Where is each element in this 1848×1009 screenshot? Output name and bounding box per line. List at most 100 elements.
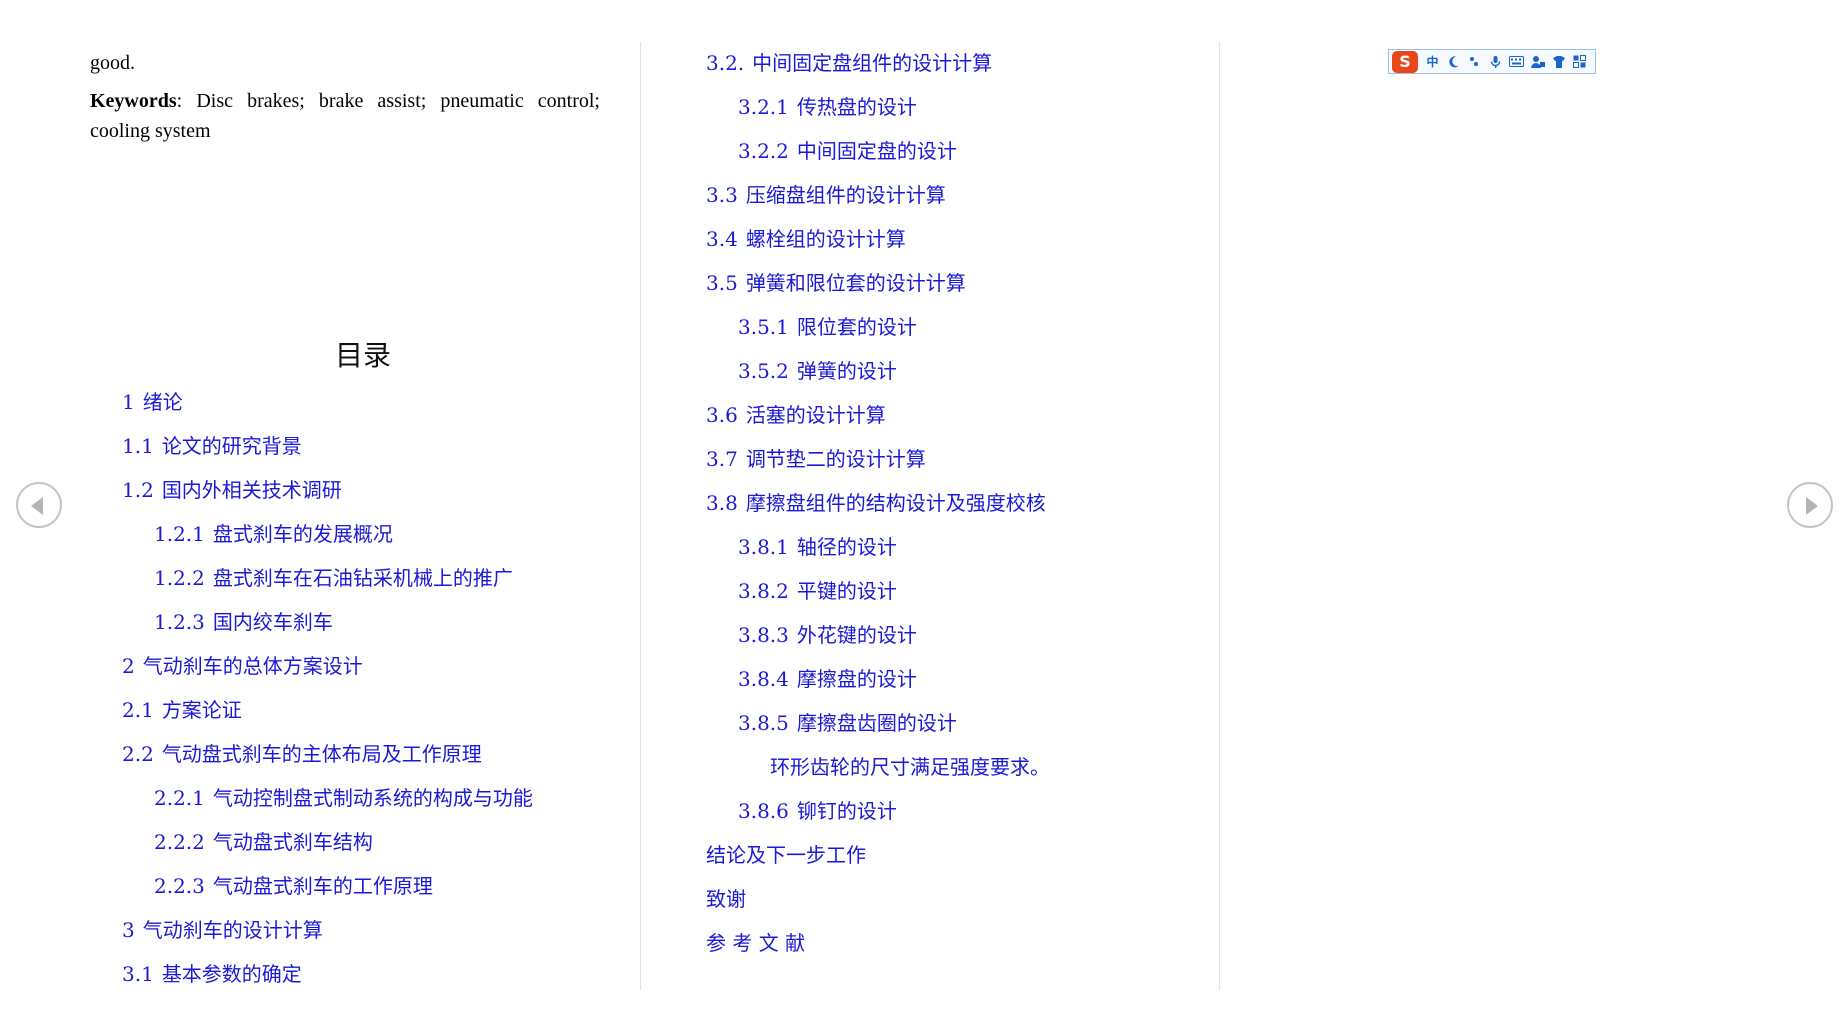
toc-entry[interactable]: 3.8.3 外花键的设计 — [738, 621, 917, 649]
toc-entry[interactable]: 1.2.3 国内绞车刹车 — [154, 608, 333, 636]
toc-entry-label: 活塞的设计计算 — [745, 403, 886, 427]
toc-entry[interactable]: 3.8 摩擦盘组件的结构设计及强度校核 — [706, 489, 1046, 517]
toc-entry[interactable]: 3.8.4 摩擦盘的设计 — [738, 665, 917, 693]
toc-entry[interactable]: 3.5.2 弹簧的设计 — [738, 357, 897, 385]
toc-entry[interactable]: 3.7 调节垫二的设计计算 — [706, 445, 926, 473]
toc-entry-label: 参 考 文 献 — [706, 931, 806, 955]
toc-entry[interactable]: 2.2.2 气动盘式刹车结构 — [154, 828, 373, 856]
toc-entry[interactable]: 3 气动刹车的设计计算 — [122, 916, 323, 944]
ime-mode-toggle[interactable]: 中 — [1424, 53, 1441, 70]
toc-entry[interactable]: 3.5 弹簧和限位套的设计计算 — [706, 269, 966, 297]
toc-entry-label: 基本参数的确定 — [161, 962, 302, 986]
toc-entry[interactable]: 2.1 方案论证 — [122, 696, 242, 724]
toc-entry[interactable]: 3.8.2 平键的设计 — [738, 577, 897, 605]
toc-entry[interactable]: 2.2.1 气动控制盘式制动系统的构成与功能 — [154, 784, 533, 812]
toc-entry-label: 摩擦盘的设计 — [796, 667, 917, 691]
toc-entry[interactable]: 1 绪论 — [122, 388, 183, 416]
toc-entry-number: 2.2.3 — [154, 874, 205, 898]
toc-entry[interactable]: 3.2.1 传热盘的设计 — [738, 93, 917, 121]
toc-entry[interactable]: 2.2.3 气动盘式刹车的工作原理 — [154, 872, 433, 900]
toc-entry[interactable]: 3.4 螺栓组的设计计算 — [706, 225, 906, 253]
toc-entry[interactable]: 1.2 国内外相关技术调研 — [122, 476, 342, 504]
toc-entry-number: 1.2.1 — [154, 522, 205, 546]
toc-entry[interactable]: 1.2.1 盘式刹车的发展概况 — [154, 520, 393, 548]
toc-entry[interactable]: 结论及下一步工作 — [706, 841, 866, 869]
toc-entry[interactable]: 致谢 — [706, 885, 746, 913]
toc-entry-number: 3.8.3 — [738, 623, 789, 647]
toc-entry-label: 弹簧的设计 — [796, 359, 897, 383]
ime-logo-icon[interactable]: S — [1392, 50, 1418, 73]
toc-entry-label: 弹簧和限位套的设计计算 — [745, 271, 966, 295]
moon-icon[interactable] — [1445, 53, 1462, 70]
toc-entry[interactable]: 3.8.5 摩擦盘齿圈的设计 — [738, 709, 957, 737]
toc-entry-label: 盘式刹车的发展概况 — [212, 522, 393, 546]
toc-entry-number: 2.2 — [122, 742, 154, 766]
chevron-left-icon — [31, 497, 43, 515]
toc-entry-number: 3.8.5 — [738, 711, 789, 735]
toc-entry-label: 压缩盘组件的设计计算 — [745, 183, 946, 207]
toc-entry[interactable]: 3.8.6 铆钉的设计 — [738, 797, 897, 825]
toc-entry[interactable]: 3.8.1 轴径的设计 — [738, 533, 897, 561]
toc-entry-label: 气动盘式刹车结构 — [212, 830, 373, 854]
toc-entry-number: 3.2. — [706, 51, 745, 75]
toc-entry-label: 平键的设计 — [796, 579, 897, 603]
microphone-icon[interactable] — [1487, 53, 1504, 70]
toc-entry-label: 气动盘式刹车的主体布局及工作原理 — [161, 742, 482, 766]
toc-entry-number: 3.7 — [706, 447, 738, 471]
toc-entry-number: 3.4 — [706, 227, 738, 251]
toc-entry[interactable]: 3.3 压缩盘组件的设计计算 — [706, 181, 946, 209]
toc-entry-number: 3.2.2 — [738, 139, 789, 163]
toc-entry-label: 限位套的设计 — [796, 315, 917, 339]
toc-entry-number: 3.5 — [706, 271, 738, 295]
toc-entry-number: 3.8.6 — [738, 799, 789, 823]
keywords-paragraph: Keywords: Disc brakes; brake assist; pne… — [90, 86, 600, 146]
prev-page-button[interactable] — [16, 482, 62, 528]
toc-entry[interactable]: 环形齿轮的尺寸满足强度要求。 — [770, 753, 1050, 781]
toc-entry-label: 螺栓组的设计计算 — [745, 227, 906, 251]
toc-entry[interactable]: 参 考 文 献 — [706, 929, 805, 957]
toc-entry-label: 气动盘式刹车的工作原理 — [212, 874, 433, 898]
toc-entry[interactable]: 3.5.1 限位套的设计 — [738, 313, 917, 341]
toc-entry[interactable]: 2 气动刹车的总体方案设计 — [122, 652, 363, 680]
toc-entry-number: 3.8.4 — [738, 667, 789, 691]
toc-entry-label: 中间固定盘组件的设计计算 — [752, 51, 993, 75]
toc-entry-label: 方案论证 — [161, 698, 242, 722]
toc-entry[interactable]: 3.1 基本参数的确定 — [122, 960, 302, 988]
toc-title: 目录 — [334, 339, 391, 372]
toc-entry-number: 3.1 — [122, 962, 154, 986]
toc-entry-label: 气动刹车的总体方案设计 — [142, 654, 363, 678]
toc-entry[interactable]: 3.6 活塞的设计计算 — [706, 401, 886, 429]
toc-entry[interactable]: 3.2. 中间固定盘组件的设计计算 — [706, 49, 992, 77]
toc-entry-number: 3.5.1 — [738, 315, 789, 339]
toc-entry[interactable]: 2.2 气动盘式刹车的主体布局及工作原理 — [122, 740, 482, 768]
toc-entry-number: 3.8.2 — [738, 579, 789, 603]
toc-entry-number: 3.6 — [706, 403, 738, 427]
toc-entry-label: 盘式刹车在石油钻采机械上的推广 — [212, 566, 513, 590]
toc-entry-number: 1.2.3 — [154, 610, 205, 634]
user-icon[interactable] — [1529, 53, 1546, 70]
toc-entry-number: 1.2.2 — [154, 566, 205, 590]
toc-entry-label: 致谢 — [706, 887, 746, 911]
toc-entry-label: 结论及下一步工作 — [706, 843, 866, 867]
toc-entry-label: 传热盘的设计 — [796, 95, 917, 119]
toc-entry-number: 3.8 — [706, 491, 738, 515]
toc-entry-number: 3.3 — [706, 183, 738, 207]
ime-toolbar[interactable]: S 中 — [1388, 49, 1596, 74]
grid-icon[interactable] — [1571, 53, 1588, 70]
punctuation-icon[interactable] — [1466, 53, 1483, 70]
skin-icon[interactable] — [1550, 53, 1567, 70]
next-page-button[interactable] — [1787, 482, 1833, 528]
toc-entry[interactable]: 1.2.2 盘式刹车在石油钻采机械上的推广 — [154, 564, 513, 592]
toc-entry[interactable]: 3.2.2 中间固定盘的设计 — [738, 137, 957, 165]
toc-entry-label: 中间固定盘的设计 — [796, 139, 957, 163]
toc-entry-label: 轴径的设计 — [796, 535, 897, 559]
toc-entry-number: 3.5.2 — [738, 359, 789, 383]
toc-entry[interactable]: 1.1 论文的研究背景 — [122, 432, 302, 460]
abstract-section: good. Keywords: Disc brakes; brake assis… — [90, 48, 600, 154]
toc-entry-number: 2.1 — [122, 698, 154, 722]
page-divider-right — [1219, 42, 1220, 990]
chevron-right-icon — [1806, 497, 1818, 515]
keyboard-icon[interactable] — [1508, 53, 1525, 70]
toc-entry-number: 2 — [122, 654, 135, 678]
toc-entry-label: 外花键的设计 — [796, 623, 917, 647]
